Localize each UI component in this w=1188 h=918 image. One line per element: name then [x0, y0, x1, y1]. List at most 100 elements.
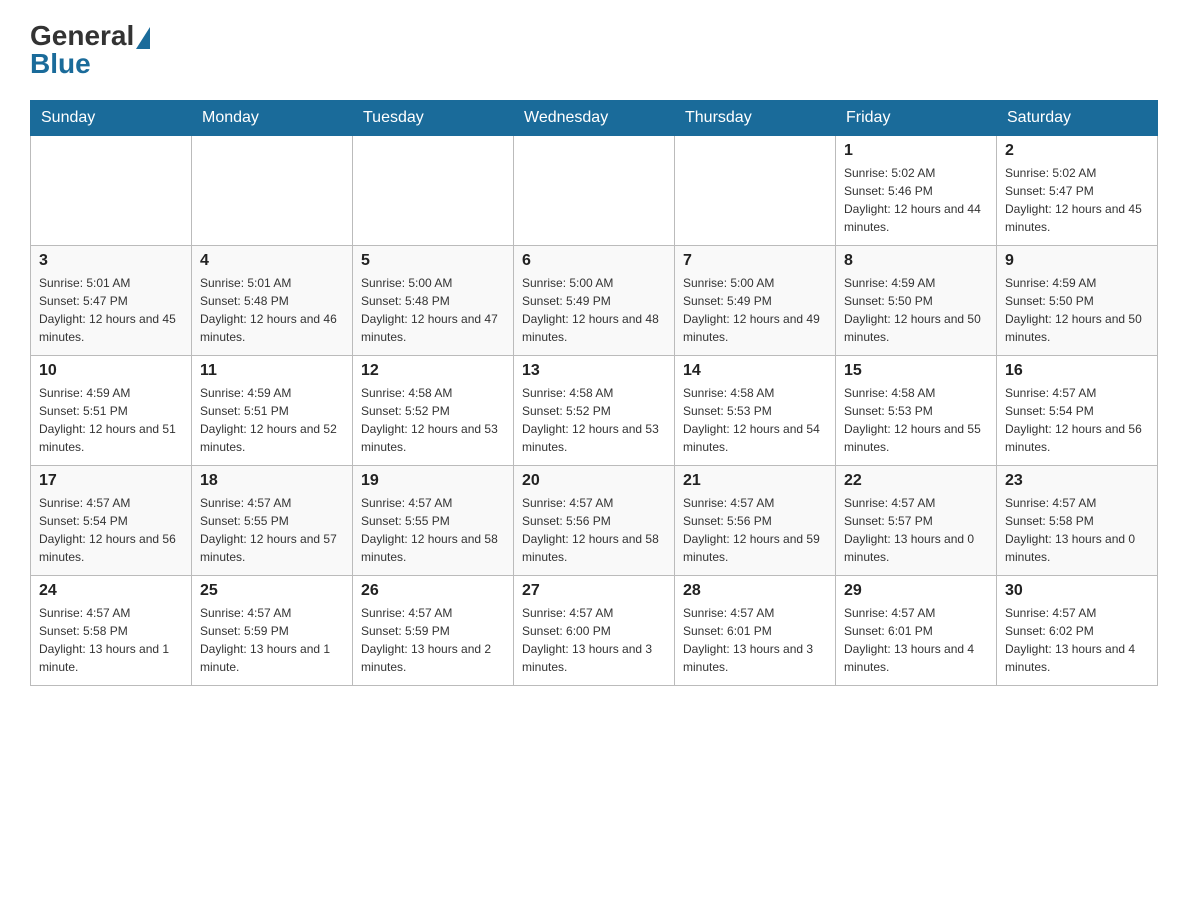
day-number: 13	[522, 362, 666, 380]
calendar-header-row: Sunday Monday Tuesday Wednesday Thursday…	[31, 101, 1158, 136]
calendar-cell: 26 Sunrise: 4:57 AM Sunset: 5:59 PM Dayli…	[353, 576, 514, 686]
day-info: Sunrise: 4:59 AM Sunset: 5:50 PM Dayligh…	[844, 274, 988, 346]
day-number: 24	[39, 582, 183, 600]
calendar-cell: 21 Sunrise: 4:57 AM Sunset: 5:56 PM Dayli…	[675, 466, 836, 576]
day-info: Sunrise: 4:57 AM Sunset: 6:01 PM Dayligh…	[683, 604, 827, 676]
logo-triangle-icon	[136, 27, 150, 49]
calendar-cell	[514, 136, 675, 246]
day-info: Sunrise: 5:02 AM Sunset: 5:47 PM Dayligh…	[1005, 164, 1149, 236]
calendar-cell: 5 Sunrise: 5:00 AM Sunset: 5:48 PM Daylig…	[353, 246, 514, 356]
calendar-cell: 23 Sunrise: 4:57 AM Sunset: 5:58 PM Dayli…	[997, 466, 1158, 576]
calendar-cell: 2Sunrise: 5:02 AM Sunset: 5:47 PM Daylig…	[997, 136, 1158, 246]
day-info: Sunrise: 4:58 AM Sunset: 5:52 PM Dayligh…	[522, 384, 666, 456]
day-info: Sunrise: 4:57 AM Sunset: 5:55 PM Dayligh…	[200, 494, 344, 566]
calendar-cell: 19 Sunrise: 4:57 AM Sunset: 5:55 PM Dayli…	[353, 466, 514, 576]
day-number: 3	[39, 252, 183, 270]
calendar-cell: 10Sunrise: 4:59 AM Sunset: 5:51 PM Dayli…	[31, 356, 192, 466]
logo: General Blue	[30, 20, 150, 80]
day-info: Sunrise: 4:57 AM Sunset: 5:58 PM Dayligh…	[1005, 494, 1149, 566]
day-number: 14	[683, 362, 827, 380]
day-info: Sunrise: 4:57 AM Sunset: 5:57 PM Dayligh…	[844, 494, 988, 566]
day-number: 11	[200, 362, 344, 380]
calendar-cell: 6 Sunrise: 5:00 AM Sunset: 5:49 PM Daylig…	[514, 246, 675, 356]
day-info: Sunrise: 5:01 AM Sunset: 5:48 PM Dayligh…	[200, 274, 344, 346]
calendar-cell: 1Sunrise: 5:02 AM Sunset: 5:46 PM Daylig…	[836, 136, 997, 246]
day-number: 8	[844, 252, 988, 270]
day-number: 4	[200, 252, 344, 270]
calendar-cell: 13 Sunrise: 4:58 AM Sunset: 5:52 PM Dayli…	[514, 356, 675, 466]
calendar-cell: 4 Sunrise: 5:01 AM Sunset: 5:48 PM Daylig…	[192, 246, 353, 356]
col-sunday: Sunday	[31, 101, 192, 136]
day-number: 25	[200, 582, 344, 600]
calendar-cell: 11 Sunrise: 4:59 AM Sunset: 5:51 PM Dayli…	[192, 356, 353, 466]
day-info: Sunrise: 5:00 AM Sunset: 5:49 PM Dayligh…	[683, 274, 827, 346]
day-info: Sunrise: 5:00 AM Sunset: 5:48 PM Dayligh…	[361, 274, 505, 346]
day-info: Sunrise: 4:58 AM Sunset: 5:53 PM Dayligh…	[683, 384, 827, 456]
calendar-week-row: 24 Sunrise: 4:57 AM Sunset: 5:58 PM Dayli…	[31, 576, 1158, 686]
day-number: 23	[1005, 472, 1149, 490]
calendar-cell	[31, 136, 192, 246]
day-info: Sunrise: 4:57 AM Sunset: 5:56 PM Dayligh…	[683, 494, 827, 566]
day-info: Sunrise: 4:57 AM Sunset: 6:01 PM Dayligh…	[844, 604, 988, 676]
day-number: 1	[844, 142, 988, 160]
calendar-cell: 29 Sunrise: 4:57 AM Sunset: 6:01 PM Dayli…	[836, 576, 997, 686]
col-thursday: Thursday	[675, 101, 836, 136]
calendar-cell	[675, 136, 836, 246]
day-number: 12	[361, 362, 505, 380]
calendar-cell: 24 Sunrise: 4:57 AM Sunset: 5:58 PM Dayli…	[31, 576, 192, 686]
day-number: 30	[1005, 582, 1149, 600]
col-saturday: Saturday	[997, 101, 1158, 136]
day-info: Sunrise: 4:57 AM Sunset: 5:58 PM Dayligh…	[39, 604, 183, 676]
day-info: Sunrise: 5:00 AM Sunset: 5:49 PM Dayligh…	[522, 274, 666, 346]
calendar-cell: 18 Sunrise: 4:57 AM Sunset: 5:55 PM Dayli…	[192, 466, 353, 576]
day-number: 18	[200, 472, 344, 490]
day-number: 19	[361, 472, 505, 490]
calendar-cell: 7 Sunrise: 5:00 AM Sunset: 5:49 PM Daylig…	[675, 246, 836, 356]
col-friday: Friday	[836, 101, 997, 136]
day-info: Sunrise: 4:57 AM Sunset: 5:59 PM Dayligh…	[200, 604, 344, 676]
day-number: 7	[683, 252, 827, 270]
day-info: Sunrise: 4:57 AM Sunset: 5:54 PM Dayligh…	[1005, 384, 1149, 456]
calendar-week-row: 10Sunrise: 4:59 AM Sunset: 5:51 PM Dayli…	[31, 356, 1158, 466]
page-header: General Blue	[30, 20, 1158, 80]
day-number: 29	[844, 582, 988, 600]
calendar-cell: 15Sunrise: 4:58 AM Sunset: 5:53 PM Dayli…	[836, 356, 997, 466]
day-info: Sunrise: 4:58 AM Sunset: 5:52 PM Dayligh…	[361, 384, 505, 456]
day-info: Sunrise: 5:01 AM Sunset: 5:47 PM Dayligh…	[39, 274, 183, 346]
col-wednesday: Wednesday	[514, 101, 675, 136]
logo-blue-text: Blue	[30, 48, 150, 80]
day-number: 5	[361, 252, 505, 270]
day-info: Sunrise: 4:57 AM Sunset: 5:59 PM Dayligh…	[361, 604, 505, 676]
day-number: 17	[39, 472, 183, 490]
day-number: 28	[683, 582, 827, 600]
day-info: Sunrise: 4:57 AM Sunset: 5:55 PM Dayligh…	[361, 494, 505, 566]
day-info: Sunrise: 4:59 AM Sunset: 5:51 PM Dayligh…	[39, 384, 183, 456]
day-number: 27	[522, 582, 666, 600]
day-info: Sunrise: 4:57 AM Sunset: 5:54 PM Dayligh…	[39, 494, 183, 566]
day-info: Sunrise: 4:57 AM Sunset: 6:00 PM Dayligh…	[522, 604, 666, 676]
calendar-week-row: 1Sunrise: 5:02 AM Sunset: 5:46 PM Daylig…	[31, 136, 1158, 246]
calendar-cell: 22 Sunrise: 4:57 AM Sunset: 5:57 PM Dayli…	[836, 466, 997, 576]
day-number: 21	[683, 472, 827, 490]
calendar-cell	[192, 136, 353, 246]
calendar-cell: 28 Sunrise: 4:57 AM Sunset: 6:01 PM Dayli…	[675, 576, 836, 686]
calendar-cell: 27 Sunrise: 4:57 AM Sunset: 6:00 PM Dayli…	[514, 576, 675, 686]
calendar-table: Sunday Monday Tuesday Wednesday Thursday…	[30, 100, 1158, 686]
day-number: 15	[844, 362, 988, 380]
col-tuesday: Tuesday	[353, 101, 514, 136]
logo-general-text: General	[30, 20, 150, 51]
day-number: 6	[522, 252, 666, 270]
day-info: Sunrise: 4:59 AM Sunset: 5:50 PM Dayligh…	[1005, 274, 1149, 346]
calendar-cell: 8 Sunrise: 4:59 AM Sunset: 5:50 PM Daylig…	[836, 246, 997, 356]
calendar-cell: 16Sunrise: 4:57 AM Sunset: 5:54 PM Dayli…	[997, 356, 1158, 466]
calendar-cell: 9Sunrise: 4:59 AM Sunset: 5:50 PM Daylig…	[997, 246, 1158, 356]
calendar-week-row: 3 Sunrise: 5:01 AM Sunset: 5:47 PM Daylig…	[31, 246, 1158, 356]
calendar-cell: 25 Sunrise: 4:57 AM Sunset: 5:59 PM Dayli…	[192, 576, 353, 686]
day-info: Sunrise: 4:57 AM Sunset: 6:02 PM Dayligh…	[1005, 604, 1149, 676]
calendar-cell: 3 Sunrise: 5:01 AM Sunset: 5:47 PM Daylig…	[31, 246, 192, 356]
calendar-cell: 17 Sunrise: 4:57 AM Sunset: 5:54 PM Dayli…	[31, 466, 192, 576]
day-number: 22	[844, 472, 988, 490]
calendar-cell: 14 Sunrise: 4:58 AM Sunset: 5:53 PM Dayli…	[675, 356, 836, 466]
day-number: 26	[361, 582, 505, 600]
day-info: Sunrise: 4:59 AM Sunset: 5:51 PM Dayligh…	[200, 384, 344, 456]
